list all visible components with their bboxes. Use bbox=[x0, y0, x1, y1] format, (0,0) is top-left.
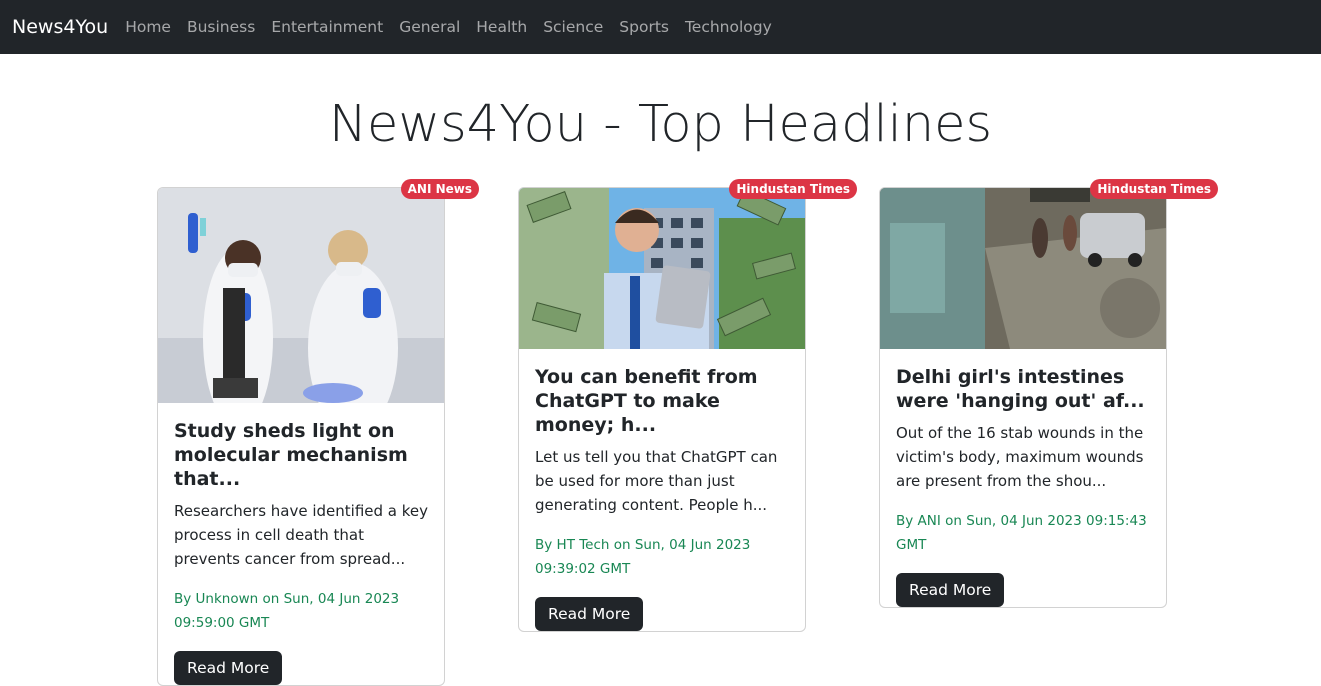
read-more-button[interactable]: Read More bbox=[535, 597, 644, 631]
news-card: Hindustan Times Delhi girl's intestines … bbox=[879, 179, 1218, 608]
card-title: Study sheds light on molecular mechanism… bbox=[174, 420, 408, 490]
card-body: Study sheds light on molecular mechanism… bbox=[158, 403, 444, 685]
card-title: Delhi girl's intestines were 'hanging ou… bbox=[896, 366, 1145, 412]
read-more-button[interactable]: Read More bbox=[174, 651, 283, 685]
news-card: ANI News Study sheds light on molecular … bbox=[157, 179, 479, 686]
article-image[interactable] bbox=[519, 188, 805, 349]
card-title: You can benefit from ChatGPT to make mon… bbox=[535, 366, 758, 436]
page-title: News4You - Top Headlines bbox=[328, 95, 993, 154]
news-card: Hindustan Times You can benefit from Cha… bbox=[518, 179, 857, 632]
card-description: Let us tell you that ChatGPT can be used… bbox=[535, 448, 778, 514]
nav-link-technology[interactable]: Technology bbox=[685, 18, 772, 36]
card-description: Researchers have identified a key proces… bbox=[174, 502, 429, 568]
card-meta: By Unknown on Sun, 04 Jun 2023 09:59:00 … bbox=[174, 591, 400, 631]
article-image[interactable] bbox=[158, 188, 444, 403]
card-meta: By ANI on Sun, 04 Jun 2023 09:15:43 GMT bbox=[896, 513, 1147, 553]
source-badge: Hindustan Times bbox=[729, 179, 857, 199]
source-badge: Hindustan Times bbox=[1090, 179, 1218, 199]
source-badge: ANI News bbox=[400, 179, 479, 199]
nav-link-sports[interactable]: Sports bbox=[619, 18, 669, 36]
brand-logo[interactable]: News4You bbox=[12, 16, 108, 38]
nav-link-general[interactable]: General bbox=[399, 18, 460, 36]
nav-link-science[interactable]: Science bbox=[543, 18, 603, 36]
card-description: Out of the 16 stab wounds in the victim'… bbox=[896, 424, 1144, 490]
read-more-button[interactable]: Read More bbox=[896, 573, 1005, 607]
nav-link-business[interactable]: Business bbox=[187, 18, 255, 36]
navbar: News4You Home Business Entertainment Gen… bbox=[0, 0, 1321, 54]
nav-links: Home Business Entertainment General Heal… bbox=[125, 18, 772, 36]
article-image[interactable] bbox=[880, 188, 1166, 349]
nav-link-home[interactable]: Home bbox=[125, 18, 171, 36]
card-body: Delhi girl's intestines were 'hanging ou… bbox=[880, 349, 1166, 607]
card-meta: By HT Tech on Sun, 04 Jun 2023 09:39:02 … bbox=[535, 537, 751, 577]
card-body: You can benefit from ChatGPT to make mon… bbox=[519, 349, 805, 631]
nav-link-health[interactable]: Health bbox=[476, 18, 527, 36]
nav-link-entertainment[interactable]: Entertainment bbox=[271, 18, 383, 36]
